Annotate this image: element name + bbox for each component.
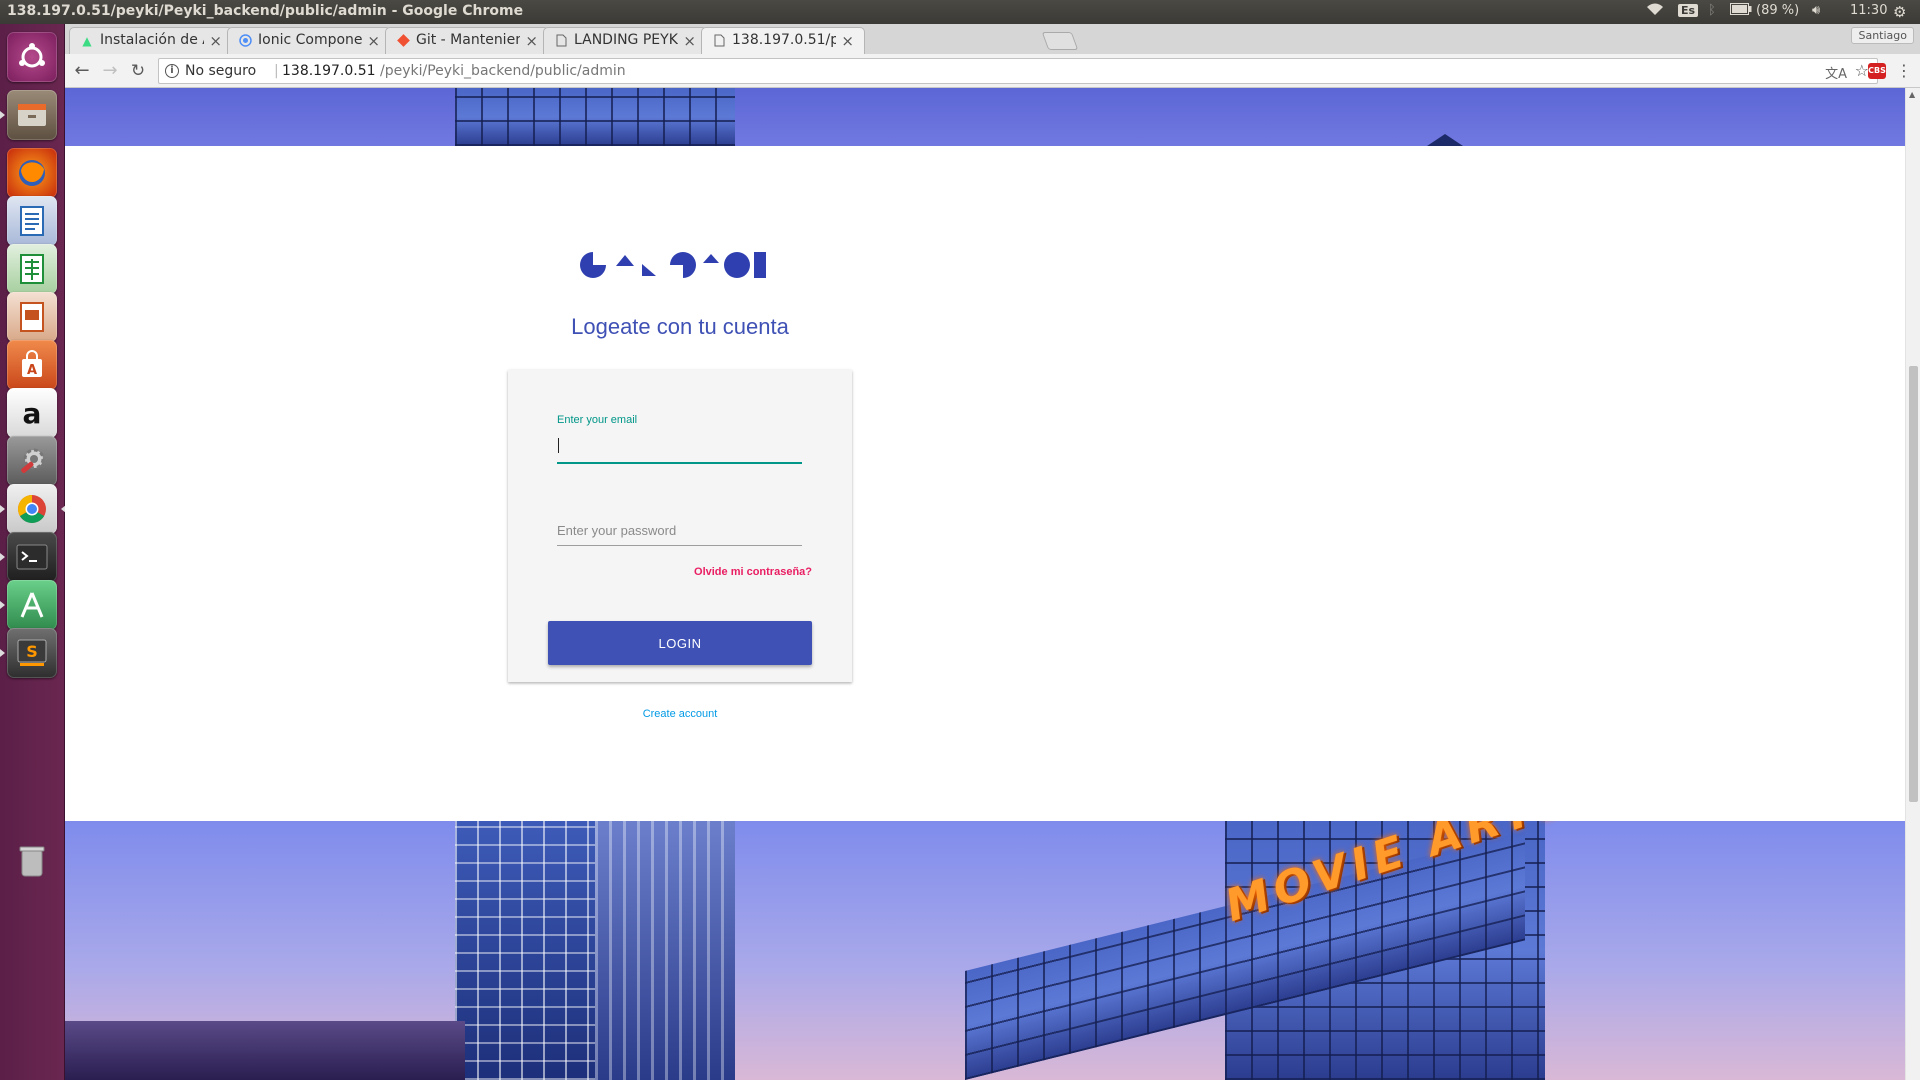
amazon-icon[interactable]: a [7, 388, 57, 438]
forgot-password-link[interactable]: Olvide mi contraseña? [694, 566, 812, 578]
building-roof [1427, 134, 1463, 146]
running-indicator [0, 111, 5, 119]
android-studio-icon[interactable] [0, 580, 57, 630]
url-host: 138.197.0.51 [282, 63, 376, 79]
bookmark-star-icon[interactable]: ☆ [1855, 61, 1869, 80]
volume-icon[interactable]: 🔊︎ [1812, 3, 1820, 18]
footer-banner-image: MOVIE ARTS CENTER [65, 821, 1905, 1080]
running-indicator [0, 505, 5, 513]
system-settings-icon[interactable] [7, 436, 57, 486]
building-tower-side [595, 821, 735, 1080]
running-indicator [0, 601, 5, 609]
bluetooth-icon[interactable]: ᛒ [1708, 3, 1716, 18]
login-card: Enter your email Olvide mi contraseña? L… [508, 370, 852, 682]
header-banner-image [65, 88, 1905, 146]
ubuntu-dash-icon[interactable] [7, 32, 57, 82]
libreoffice-writer-icon[interactable] [7, 196, 57, 246]
password-input[interactable] [557, 516, 802, 546]
create-account-link[interactable]: Create account [65, 708, 1295, 720]
libreoffice-impress-icon[interactable] [7, 292, 57, 342]
running-indicator [0, 649, 5, 657]
street-buildings [65, 1021, 465, 1080]
ionic-icon [238, 34, 252, 48]
running-indicator [0, 553, 5, 561]
login-button[interactable]: LOGIN [548, 621, 812, 665]
trash-icon[interactable] [7, 836, 57, 886]
battery-percent: (89 %) [1756, 3, 1800, 18]
files-icon[interactable] [0, 90, 57, 140]
page-icon [712, 34, 726, 48]
wifi-icon[interactable] [1646, 3, 1664, 21]
scroll-up-icon[interactable]: ▲ [1909, 90, 1915, 99]
chrome-menu-icon[interactable]: ⋮ [1896, 60, 1912, 82]
info-icon[interactable]: i [165, 64, 179, 78]
svg-text:S: S [26, 642, 38, 661]
close-icon[interactable]: × [367, 32, 380, 50]
tab-peyki-admin[interactable]: 138.197.0.51/peyki/ × [701, 27, 865, 54]
page-scrollbar[interactable]: ▲ [1905, 88, 1920, 1080]
tab-strip: ▲ Instalación de Andr × Ionic Component … [65, 24, 1920, 54]
extension-icon[interactable]: CBS [1868, 63, 1886, 79]
top-panel: 138.197.0.51/peyki/Peyki_backend/public/… [0, 0, 1920, 24]
building-facade [455, 88, 735, 146]
tab-git[interactable]: Git - Manteniendo u × [385, 27, 549, 54]
keyboard-layout[interactable]: Es [1678, 3, 1699, 18]
close-icon[interactable]: × [841, 32, 854, 50]
firefox-icon[interactable] [7, 148, 57, 198]
svg-text:A: A [27, 363, 37, 378]
android-icon: ▲ [82, 34, 92, 48]
browser-toolbar: ← → ↻ i No seguro | 138.197.0.51 /peyki/… [65, 54, 1920, 88]
tab-landing-peyki[interactable]: LANDING PEYKI × [543, 27, 707, 54]
translate-icon[interactable]: 文A [1825, 63, 1847, 82]
tab-ionic-components[interactable]: Ionic Component D × [227, 27, 391, 54]
battery-icon[interactable] [1730, 3, 1752, 19]
email-label: Enter your email [557, 414, 638, 426]
close-icon[interactable]: × [525, 32, 538, 50]
new-tab-button[interactable] [1041, 32, 1079, 50]
profile-button[interactable]: Santiago [1851, 27, 1914, 44]
libreoffice-calc-icon[interactable] [7, 244, 57, 294]
chrome-icon[interactable] [0, 484, 66, 534]
url-separator: | [274, 63, 279, 79]
ubuntu-software-icon[interactable]: A [7, 340, 57, 390]
clock[interactable]: 11:30 [1850, 3, 1887, 18]
tab-android-install[interactable]: ▲ Instalación de Andr × [69, 27, 233, 54]
url-path: /peyki/Peyki_backend/public/admin [380, 63, 626, 79]
page-viewport: Logeate con tu cuenta Enter your email O… [65, 88, 1905, 1080]
window-title: 138.197.0.51/peyki/Peyki_backend/public/… [7, 3, 524, 19]
close-icon[interactable]: × [209, 32, 222, 50]
address-bar[interactable]: i No seguro | 138.197.0.51 /peyki/Peyki_… [158, 58, 1878, 84]
building-tower [455, 821, 595, 1080]
back-icon[interactable]: ← [70, 59, 94, 83]
git-icon [396, 34, 410, 48]
sublime-text-icon[interactable]: S [0, 628, 57, 678]
peyki-logo [580, 252, 766, 278]
security-label[interactable]: No seguro [185, 63, 256, 79]
close-icon[interactable]: × [683, 32, 696, 50]
settings-icon[interactable]: ⚙ [1893, 3, 1906, 21]
email-input[interactable] [557, 434, 802, 464]
forward-icon[interactable]: → [98, 59, 122, 83]
page-icon [554, 34, 568, 48]
reload-icon[interactable]: ↻ [126, 59, 150, 83]
browser-window: ▲ Instalación de Andr × Ionic Component … [65, 24, 1920, 1080]
text-caret [558, 438, 559, 453]
launcher: A a S [0, 24, 66, 1080]
scroll-thumb[interactable] [1909, 366, 1918, 802]
login-heading: Logeate con tu cuenta [571, 314, 789, 339]
terminal-icon[interactable] [0, 532, 57, 582]
